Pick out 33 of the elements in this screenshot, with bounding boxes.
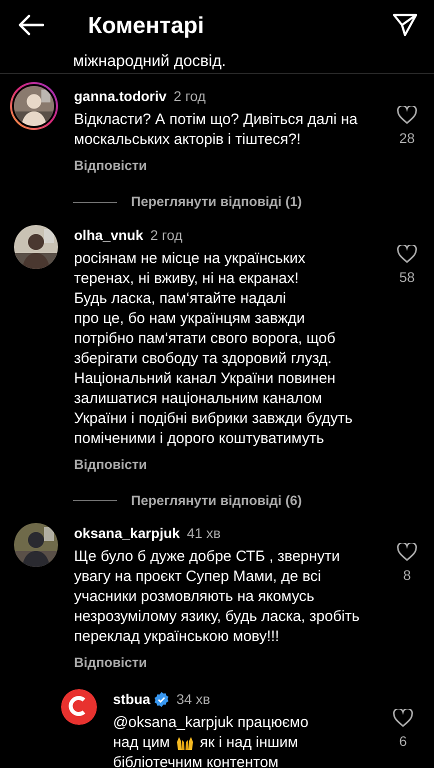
like-count: 8 [403, 566, 411, 585]
username[interactable]: ganna.todoriv [74, 86, 167, 107]
like-count: 6 [399, 732, 407, 752]
back-arrow-icon[interactable] [18, 14, 44, 36]
username[interactable]: stbua [113, 689, 150, 710]
comment-text: росіянам не місце на українських теренах, ні вживу, ні на екранах! Будь ласка, пам‘ятайте надалі про це, бо нам українцям завжди потрібно пам‘ятати свого ворога, щоб зберігати свободу та здоровий глузд. Національний канал України повинен залишатися національним каналом України і подібні вибрики завжди будуть поміченими і дорого коштуватимуть [74, 248, 354, 448]
like-count: 58 [399, 268, 415, 286]
logo-icon [61, 689, 97, 726]
heart-icon[interactable] [397, 244, 417, 262]
comment-text: Відкласти? А потім що? Дивіться далі на москальських акторів і тіштеся?! [74, 110, 358, 150]
view-replies-link[interactable]: Переглянути відповіді (6) [131, 490, 302, 511]
page-title: Коментарі [88, 10, 205, 40]
username[interactable]: oksana_karpjuk [74, 523, 180, 544]
timestamp: 34 хв [176, 690, 210, 710]
timestamp: 2 год [174, 87, 206, 106]
timestamp: 2 год [150, 226, 182, 245]
send-icon[interactable] [392, 13, 418, 37]
username[interactable]: olha_vnuk [74, 224, 144, 246]
comment-text: як і над іншим [200, 733, 298, 754]
timestamp: 41 хв [186, 524, 221, 543]
heart-icon[interactable] [397, 543, 417, 561]
comment-text: бібліотечним контентом [113, 753, 278, 768]
comment-text: над цим [113, 733, 170, 754]
comment-text: @oksana_karpjuk працюємо [113, 713, 308, 734]
reply-link[interactable]: Відповісти [74, 156, 147, 176]
reply-link[interactable]: Відповісти [74, 454, 147, 475]
comment-text: міжнародний досвід. [73, 52, 226, 72]
heart-icon[interactable] [393, 709, 413, 728]
heart-icon[interactable] [397, 106, 417, 124]
comment-text: Ще було б дуже добре СТБ , звернути увагу на проєкт Супер Мами, де всі учасники розмовляють на якомусь незрозумілому язику, будь ласка, зробіть переклад українською мову!!! [74, 547, 361, 647]
like-count: 28 [399, 129, 415, 148]
view-replies-link[interactable]: Переглянути відповіді (1) [131, 192, 302, 212]
reply-link[interactable]: Відповісти [74, 653, 147, 674]
